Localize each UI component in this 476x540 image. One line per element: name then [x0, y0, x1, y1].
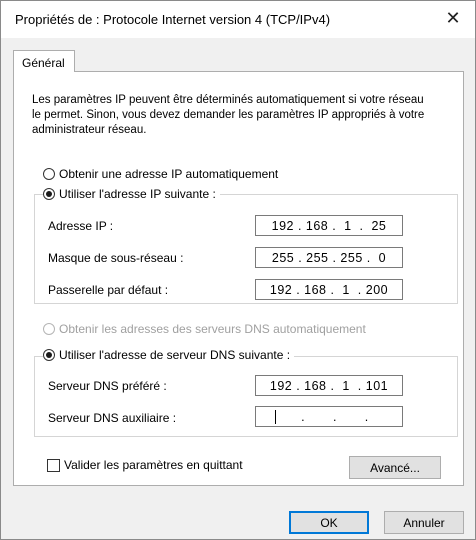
window-title: Propriétés de : Protocole Internet versi… — [15, 12, 331, 27]
subnet-mask-field[interactable]: 255 . 255 . 255 . 0 — [255, 247, 403, 268]
radio-ip-auto[interactable]: Obtenir une adresse IP automatiquement — [43, 167, 278, 181]
radio-dns-manual[interactable]: Utiliser l'adresse de serveur DNS suivan… — [43, 348, 295, 362]
radio-dns-auto-label: Obtenir les adresses des serveurs DNS au… — [59, 322, 366, 336]
radio-dns-manual-indicator[interactable] — [43, 349, 55, 361]
ok-button[interactable]: OK — [289, 511, 369, 534]
ip-address-field[interactable]: 192 . 168 . 1 . 25 — [255, 215, 403, 236]
subnet-mask-label: Masque de sous-réseau : — [48, 251, 184, 265]
gateway-field[interactable]: 192 . 168 . 1 . 200 — [255, 279, 403, 300]
text-caret — [275, 410, 276, 424]
gateway-label: Passerelle par défaut : — [48, 283, 169, 297]
tab-general-label: Général — [22, 56, 65, 70]
ip-address-label: Adresse IP : — [48, 219, 114, 233]
preferred-dns-field[interactable]: 192 . 168 . 1 . 101 — [255, 375, 403, 396]
radio-ip-manual-label: Utiliser l'adresse IP suivante : — [59, 187, 216, 201]
radio-dns-auto: Obtenir les adresses des serveurs DNS au… — [43, 322, 366, 336]
tab-general[interactable]: Général — [13, 50, 75, 72]
preferred-dns-label: Serveur DNS préféré : — [48, 379, 167, 393]
advanced-button[interactable]: Avancé... — [349, 456, 441, 479]
dialog-window: Propriétés de : Protocole Internet versi… — [0, 0, 476, 540]
cancel-button[interactable]: Annuler — [384, 511, 464, 534]
description-text: Les paramètres IP peuvent être déterminé… — [32, 94, 425, 136]
validate-checkbox-box[interactable] — [47, 458, 60, 472]
radio-ip-auto-label: Obtenir une adresse IP automatiquement — [59, 167, 279, 181]
radio-dns-manual-label: Utiliser l'adresse de serveur DNS suivan… — [59, 348, 291, 362]
alternate-dns-value: . . . — [289, 409, 369, 424]
radio-ip-auto-indicator[interactable] — [43, 168, 55, 180]
radio-ip-manual[interactable]: Utiliser l'adresse IP suivante : — [43, 187, 220, 201]
alternate-dns-field[interactable]: . . . — [255, 406, 403, 427]
radio-dns-auto-indicator — [43, 323, 55, 335]
close-icon[interactable]: ✕ — [439, 5, 467, 33]
radio-ip-manual-indicator[interactable] — [43, 188, 55, 200]
validate-on-exit-checkbox[interactable]: Valider les paramètres en quittant — [47, 458, 243, 472]
alternate-dns-label: Serveur DNS auxiliaire : — [48, 411, 177, 425]
title-bar[interactable]: Propriétés de : Protocole Internet versi… — [1, 1, 475, 38]
validate-checkbox-label: Valider les paramètres en quittant — [64, 458, 243, 472]
